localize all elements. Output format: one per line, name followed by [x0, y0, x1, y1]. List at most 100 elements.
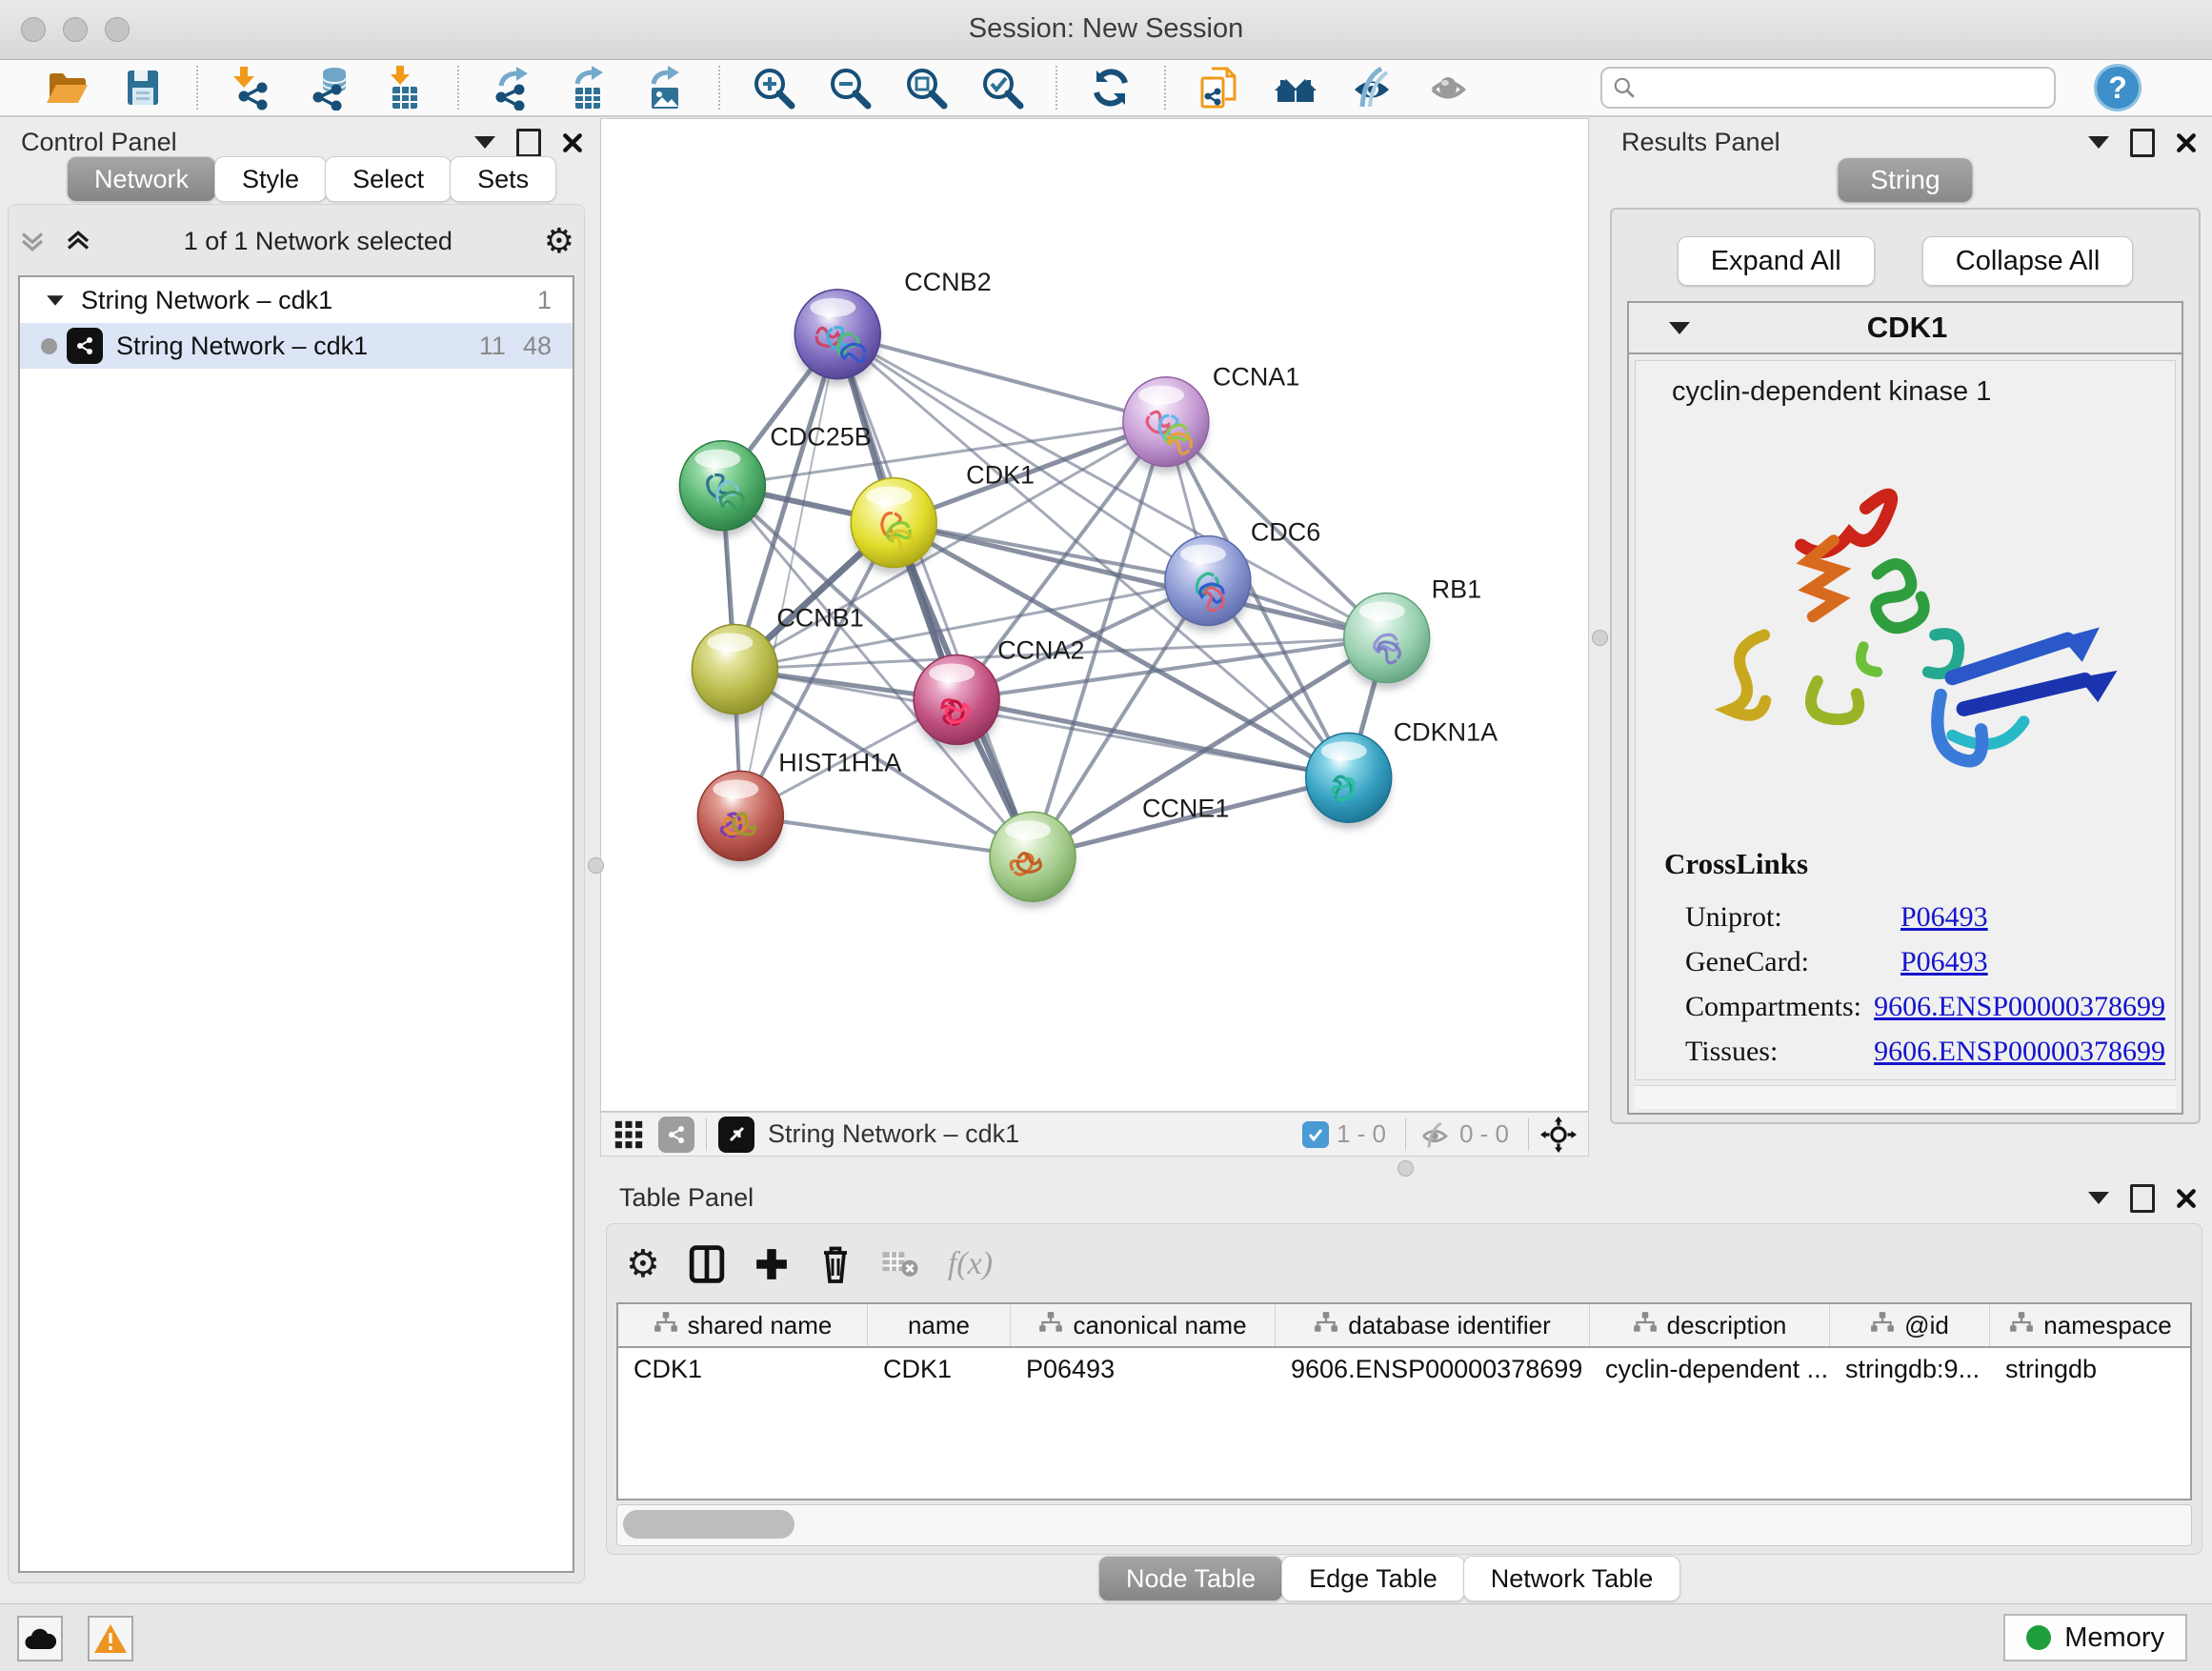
close-panel-icon[interactable] [2176, 132, 2197, 153]
column-header-database-identifier[interactable]: database identifier [1276, 1304, 1590, 1346]
table-hscrollbar-thumb[interactable] [623, 1510, 794, 1539]
cloud-button[interactable] [17, 1616, 63, 1661]
network-share-icon[interactable] [658, 1117, 694, 1153]
network-edge[interactable] [956, 699, 1349, 777]
network-node[interactable]: CDC25B [679, 423, 871, 537]
panel-menu-icon[interactable] [474, 136, 495, 149]
network-node[interactable]: CDKN1A [1306, 717, 1498, 829]
export-table-icon[interactable] [564, 63, 613, 112]
float-panel-icon[interactable] [2130, 129, 2155, 157]
hide-panels-icon[interactable] [1347, 63, 1397, 112]
tab-string[interactable]: String [1838, 158, 1972, 202]
import-network-file-icon[interactable] [227, 63, 276, 112]
tab-sets[interactable]: Sets [450, 156, 556, 202]
network-collection-row[interactable]: String Network – cdk1 1 [20, 277, 573, 323]
search-input[interactable] [1600, 67, 2056, 109]
column-header-@id[interactable]: @id [1830, 1304, 1990, 1346]
tab-style[interactable]: Style [214, 156, 327, 202]
network-node[interactable]: HIST1H1A [697, 748, 901, 867]
network-graph[interactable]: CCNB2CCNA1CDC25BCDK1CDC6RB1CCNB1CCNA2CDK… [601, 119, 1588, 1111]
table-cell[interactable]: P06493 [1011, 1348, 1276, 1390]
splitpane-handle[interactable] [588, 857, 604, 874]
column-header-shared-name[interactable]: shared name [618, 1304, 868, 1346]
control-panel-tabs: NetworkStyleSelectSets [69, 156, 556, 202]
table-cell[interactable]: CDK1 [868, 1348, 1011, 1390]
column-label: name [908, 1311, 970, 1340]
collapse-all-button[interactable]: Collapse All [1922, 236, 2134, 286]
close-panel-icon[interactable] [562, 132, 583, 153]
zoom-in-icon[interactable] [749, 63, 798, 112]
delete-column-icon[interactable] [818, 1244, 853, 1284]
network-row[interactable]: String Network – cdk1 11 48 [20, 323, 573, 369]
tab-network-table[interactable]: Network Table [1463, 1556, 1681, 1601]
toolbar-separator [1405, 1118, 1406, 1151]
expand-all-button[interactable]: Expand All [1678, 236, 1875, 286]
crosslink-link[interactable]: P06493 [1900, 946, 1988, 978]
float-panel-icon[interactable] [516, 129, 541, 157]
show-columns-icon[interactable] [689, 1244, 725, 1284]
collapse-all-icon[interactable] [18, 227, 47, 255]
warnings-button[interactable] [88, 1616, 133, 1661]
tab-network[interactable]: Network [67, 156, 216, 202]
zoom-out-icon[interactable] [825, 63, 875, 112]
table-hscrollbar-track[interactable] [616, 1504, 2192, 1546]
column-header-namespace[interactable]: namespace [1990, 1304, 2192, 1346]
help-button[interactable]: ? [2094, 64, 2142, 111]
birds-eye-view-icon[interactable] [718, 1117, 754, 1153]
save-session-icon[interactable] [118, 63, 168, 112]
import-network-database-icon[interactable] [303, 63, 352, 112]
protein-accordion-header[interactable]: CDK1 [1629, 303, 2182, 354]
export-image-icon[interactable] [640, 63, 690, 112]
expand-all-icon[interactable] [64, 227, 92, 255]
network-node[interactable]: RB1 [1344, 575, 1481, 690]
column-header-description[interactable]: description [1590, 1304, 1830, 1346]
accordion-collapse-icon[interactable] [1669, 322, 1690, 334]
string-protein-query-icon[interactable] [1195, 63, 1244, 112]
create-column-icon[interactable] [754, 1246, 790, 1282]
network-edge[interactable] [837, 334, 1033, 856]
table-cell[interactable]: stringdb:9... [1830, 1348, 1990, 1390]
column-header-name[interactable]: name [868, 1304, 1011, 1346]
import-table-icon[interactable] [379, 63, 429, 112]
panel-menu-icon[interactable] [2088, 136, 2109, 149]
table-cell[interactable]: stringdb [1990, 1348, 2192, 1390]
home-icon[interactable] [1271, 63, 1320, 112]
splitpane-handle[interactable] [1398, 1160, 1414, 1177]
shared-column-icon [654, 1311, 678, 1340]
close-panel-icon[interactable] [2176, 1188, 2197, 1209]
export-network-icon[interactable] [488, 63, 537, 112]
selected-checkbox-icon[interactable] [1302, 1121, 1329, 1148]
network-canvas[interactable]: CCNB2CCNA1CDC25BCDK1CDC6RB1CCNB1CCNA2CDK… [600, 118, 1589, 1112]
crosslink-link[interactable]: 9606.ENSP00000378699 [1874, 991, 2165, 1023]
node-label: CDKN1A [1394, 717, 1498, 746]
crosslink-link[interactable]: 9606.ENSP00000378699 [1874, 1036, 2165, 1068]
table-row[interactable]: CDK1CDK1P064939606.ENSP00000378699cyclin… [618, 1348, 2190, 1390]
float-panel-icon[interactable] [2130, 1184, 2155, 1213]
panel-menu-icon[interactable] [2088, 1192, 2109, 1204]
zoom-selected-icon[interactable] [977, 63, 1027, 112]
show-panels-icon[interactable] [1423, 63, 1473, 112]
tab-edge-table[interactable]: Edge Table [1281, 1556, 1465, 1601]
results-scrollbar-track[interactable] [1635, 1085, 2176, 1109]
tab-node-table[interactable]: Node Table [1098, 1556, 1283, 1601]
open-session-icon[interactable] [42, 63, 91, 112]
column-header-canonical-name[interactable]: canonical name [1011, 1304, 1276, 1346]
grid-view-icon[interactable] [613, 1118, 645, 1151]
memory-button[interactable]: Memory [2003, 1614, 2187, 1661]
crosslink-link[interactable]: P06493 [1900, 901, 1988, 934]
refresh-icon[interactable] [1086, 63, 1136, 112]
table-options-gear-icon[interactable]: ⚙ [626, 1245, 660, 1283]
table-cell[interactable]: CDK1 [618, 1348, 868, 1390]
network-edge[interactable] [740, 815, 1033, 856]
table-cell[interactable]: cyclin-dependent ... [1590, 1348, 1830, 1390]
pan-move-icon[interactable] [1540, 1117, 1577, 1153]
gear-icon[interactable]: ⚙ [544, 224, 574, 258]
network-node[interactable]: CCNA1 [1123, 363, 1299, 473]
tree-expand-icon[interactable] [47, 295, 64, 305]
results-panel: Results Panel String Expand All Collapse… [1608, 124, 2202, 1124]
table-cell[interactable]: 9606.ENSP00000378699 [1276, 1348, 1590, 1390]
splitpane-handle[interactable] [1592, 630, 1608, 646]
crosslink-link[interactable]: P06493 [1900, 1080, 1988, 1081]
zoom-fit-icon[interactable] [901, 63, 951, 112]
tab-select[interactable]: Select [325, 156, 452, 202]
